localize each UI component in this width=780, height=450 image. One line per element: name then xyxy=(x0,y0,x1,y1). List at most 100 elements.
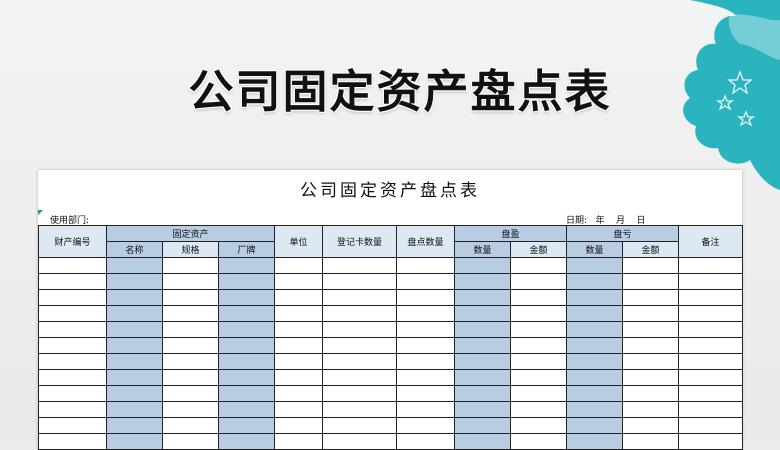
table-cell xyxy=(510,369,568,386)
table-cell xyxy=(678,321,744,338)
table-cell xyxy=(454,305,512,322)
paper-plane-icon xyxy=(690,12,718,38)
table-cell xyxy=(622,433,680,450)
table-cell xyxy=(566,273,624,290)
header-card-qty: 登记卡数量 xyxy=(322,225,398,258)
table-cell xyxy=(454,385,512,402)
table-cell xyxy=(510,353,568,370)
table-cell xyxy=(217,369,276,386)
table-cell xyxy=(622,273,680,290)
table-row xyxy=(38,369,744,386)
table-cell xyxy=(622,257,680,274)
spreadsheet-preview: 公司固定资产盘点表 使用部门: 日期: 年 月 日 财产编号 固定资产 单位 登… xyxy=(38,170,744,450)
table-cell xyxy=(162,385,219,402)
table-cell xyxy=(454,273,512,290)
table-cell xyxy=(678,273,744,290)
table-cell xyxy=(162,321,219,338)
table-row xyxy=(38,321,744,338)
table-cell xyxy=(322,433,398,450)
table-cell xyxy=(106,369,163,386)
table-cell xyxy=(678,385,744,402)
table-cell xyxy=(38,433,107,450)
table-cell xyxy=(566,353,624,370)
table-cell xyxy=(510,273,568,290)
table-row xyxy=(38,289,744,306)
table-cell xyxy=(454,257,512,274)
table-cell xyxy=(454,369,512,386)
header-maker: 厂牌 xyxy=(217,241,276,258)
table-cell xyxy=(622,417,680,434)
table-cell xyxy=(678,289,744,306)
table-body xyxy=(38,257,744,450)
table-cell xyxy=(396,337,456,354)
table-cell xyxy=(217,401,276,418)
table-cell xyxy=(510,289,568,306)
table-cell xyxy=(162,273,219,290)
table-cell xyxy=(162,417,219,434)
table-cell xyxy=(678,353,744,370)
table-row xyxy=(38,337,744,354)
table-cell xyxy=(162,289,219,306)
table-cell xyxy=(396,401,456,418)
table-row xyxy=(38,273,744,290)
header-loss-qty: 数量 xyxy=(566,241,624,258)
table-cell xyxy=(274,433,324,450)
table-cell xyxy=(322,257,398,274)
table-cell xyxy=(322,353,398,370)
table-cell xyxy=(454,417,512,434)
table-cell xyxy=(38,417,107,434)
table-cell xyxy=(217,321,276,338)
table-cell xyxy=(162,337,219,354)
header-surplus: 盘盈 xyxy=(454,225,568,242)
table-cell xyxy=(38,289,107,306)
table-cell xyxy=(622,321,680,338)
table-cell xyxy=(274,417,324,434)
table-cell xyxy=(38,257,107,274)
table-cell xyxy=(510,305,568,322)
table-cell xyxy=(622,385,680,402)
table-cell xyxy=(396,353,456,370)
table-cell xyxy=(510,417,568,434)
header-count-qty: 盘点数量 xyxy=(396,225,456,258)
table-cell xyxy=(566,289,624,306)
table-cell xyxy=(322,369,398,386)
table-cell xyxy=(566,305,624,322)
table-cell xyxy=(162,257,219,274)
table-cell xyxy=(217,257,276,274)
table-cell xyxy=(454,321,512,338)
table-cell xyxy=(322,289,398,306)
table-row xyxy=(38,305,744,322)
table-cell xyxy=(106,401,163,418)
table-cell xyxy=(38,401,107,418)
table-cell xyxy=(106,385,163,402)
table-cell xyxy=(322,417,398,434)
table-cell xyxy=(622,353,680,370)
table-cell xyxy=(510,337,568,354)
table-cell xyxy=(106,353,163,370)
table-row xyxy=(38,417,744,434)
table-cell xyxy=(322,305,398,322)
header-asset-no: 财产编号 xyxy=(38,225,107,258)
table-cell xyxy=(566,417,624,434)
table-cell xyxy=(396,433,456,450)
table-cell xyxy=(106,305,163,322)
table-cell xyxy=(396,417,456,434)
table-cell xyxy=(38,337,107,354)
table-cell xyxy=(566,385,624,402)
table-cell xyxy=(106,289,163,306)
table-cell xyxy=(217,273,276,290)
table-cell xyxy=(162,433,219,450)
table-row xyxy=(38,353,744,370)
table-cell xyxy=(38,369,107,386)
table-cell xyxy=(678,401,744,418)
header-remarks: 备注 xyxy=(678,225,744,258)
table-cell xyxy=(217,353,276,370)
table-cell xyxy=(622,401,680,418)
table-cell xyxy=(678,417,744,434)
table-cell xyxy=(217,289,276,306)
table-cell xyxy=(510,321,568,338)
table-cell xyxy=(678,369,744,386)
table-cell xyxy=(322,385,398,402)
table-cell xyxy=(396,273,456,290)
cell-marker xyxy=(38,210,43,215)
